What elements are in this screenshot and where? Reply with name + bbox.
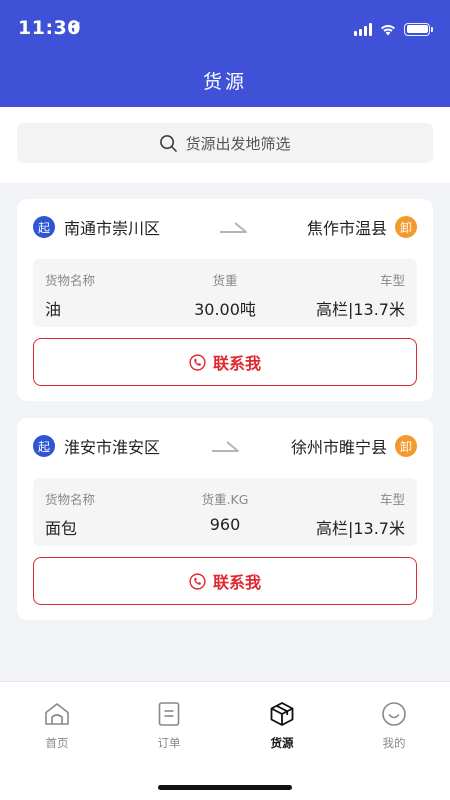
page-title: 货源 [202, 71, 247, 93]
goods-label: 货物名称 [45, 273, 96, 288]
goods-column: 货物名称 油 [45, 270, 95, 320]
goods-value: 面包 [45, 519, 78, 538]
route-row: 起 南通市崇川区 焦作市温县 卸 [33, 214, 417, 240]
order-icon [158, 702, 180, 726]
phone-icon [189, 572, 206, 590]
cellular-signal-icon [354, 22, 372, 36]
goods-column: 货物名称 面包 [45, 489, 95, 539]
phone-icon [189, 353, 206, 371]
start-badge: 起 [33, 216, 55, 238]
contact-me-button[interactable]: 联系我 [33, 338, 417, 386]
wifi-icon [381, 25, 395, 36]
weight-label: 货重 [212, 273, 238, 288]
weight-column: 货重.KG 960 [202, 489, 249, 534]
cargo-info: 货物名称 油 货重 30.00吨 车型 高栏|13.7米 [33, 259, 417, 327]
contact-me-button[interactable]: 联系我 [33, 557, 417, 605]
vehicle-value: 高栏|13.7米 [315, 300, 405, 319]
vehicle-column: 车型 高栏|13.7米 [316, 270, 405, 320]
search-placeholder: 货源出发地筛选 [185, 134, 291, 153]
origin-city: 南通市崇川区 [64, 219, 161, 238]
cargo-info: 货物名称 面包 货重.KG 960 车型 高栏|13.7米 [33, 478, 417, 546]
status-icons [354, 20, 433, 38]
goods-value: 油 [45, 300, 62, 319]
weight-label: 货重.KG [201, 492, 249, 507]
tab-mine[interactable]: 我的 [338, 700, 450, 751]
battery-icon [404, 22, 433, 36]
home-icon [45, 703, 69, 725]
destination-city: 焦作市温县 [306, 219, 387, 238]
vehicle-column: 车型 高栏|13.7米 [316, 489, 405, 539]
unload-badge: 卸 [395, 435, 417, 457]
search-icon [160, 134, 178, 152]
tab-label: 订单 [157, 736, 181, 750]
cargo-card[interactable]: 起 南通市崇川区 焦作市温县 卸 货物名称 油 货重 30.00吨 车型 高栏|… [17, 199, 433, 401]
vehicle-value: 高栏|13.7米 [315, 519, 405, 538]
vehicle-label: 车型 [379, 273, 405, 288]
weight-column: 货重 30.00吨 [194, 270, 256, 320]
bottom-tab-bar: 首页 订单 货源 我的 [0, 681, 450, 800]
weight-value: 960 [209, 515, 241, 534]
route-row: 起 淮安市淮安区 徐州市睢宁县 卸 [33, 433, 417, 459]
contact-me-label: 联系我 [212, 354, 261, 373]
profile-smile-icon [382, 702, 406, 726]
tab-orders[interactable]: 订单 [113, 700, 225, 751]
tab-label: 货源 [270, 736, 294, 750]
vehicle-label: 车型 [379, 492, 405, 507]
origin-filter-search[interactable]: 货源出发地筛选 [17, 123, 433, 163]
tab-label: 我的 [382, 736, 406, 750]
destination-city: 徐州市睢宁县 [290, 438, 387, 457]
route-arrow-icon [219, 222, 247, 233]
unload-badge: 卸 [395, 216, 417, 238]
home-indicator [158, 785, 292, 790]
origin-city: 淮安市淮安区 [64, 438, 161, 457]
cargo-box-icon [270, 702, 294, 726]
search-area: 货源出发地筛选 [0, 107, 450, 183]
start-badge: 起 [33, 435, 55, 457]
goods-label: 货物名称 [45, 492, 96, 507]
weight-value: 30.00吨 [194, 300, 256, 319]
cargo-card[interactable]: 起 淮安市淮安区 徐州市睢宁县 卸 货物名称 面包 货重.KG 960 车型 高… [17, 418, 433, 620]
top-header: 11:30 货源 [0, 0, 450, 107]
status-bar: 11:30 [0, 0, 450, 56]
tab-home[interactable]: 首页 [1, 700, 113, 751]
tab-label: 首页 [45, 736, 69, 750]
contact-me-label: 联系我 [212, 573, 261, 592]
tab-cargo[interactable]: 货源 [226, 700, 338, 751]
route-arrow-icon [211, 441, 239, 452]
location-arrow-icon [68, 22, 80, 34]
